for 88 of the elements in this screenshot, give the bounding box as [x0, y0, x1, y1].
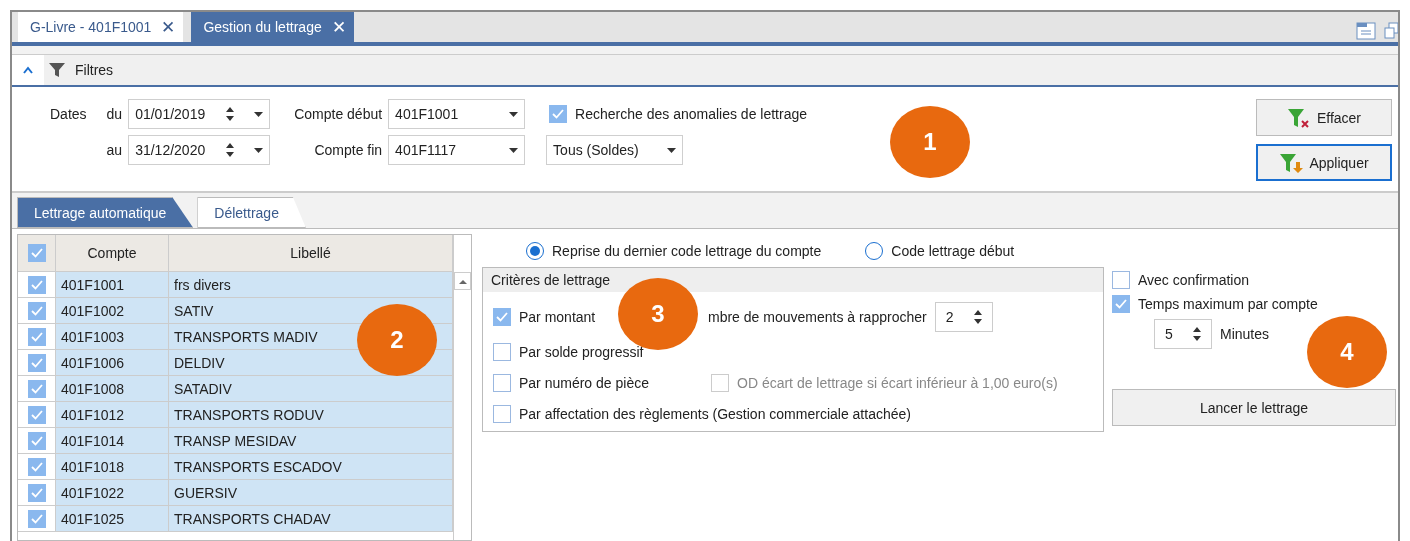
checkbox[interactable] — [493, 373, 511, 392]
checkbox-label: Temps maximum par compte — [1138, 296, 1318, 312]
table-cell: GUERSIV — [169, 480, 453, 506]
moves-spinner[interactable]: 2 — [934, 302, 993, 332]
column-header[interactable]: Libellé — [169, 235, 453, 272]
spin-icon[interactable] — [225, 142, 234, 158]
clear-button[interactable]: Effacer — [1256, 99, 1392, 136]
close-icon[interactable]: ✕ — [161, 16, 176, 38]
run-lettering-button[interactable]: Lancer le lettrage — [1112, 389, 1396, 426]
table-cell: 401F1014 — [56, 428, 169, 454]
checkbox[interactable] — [27, 301, 46, 320]
collapse-toggle[interactable] — [12, 55, 44, 85]
radio-label: Reprise du dernier code lettrage du compte — [552, 243, 822, 259]
account-start-label: Compte début — [293, 106, 384, 122]
filters-title: Filtres — [75, 62, 114, 78]
radio-label: Code lettrage début — [891, 243, 1015, 259]
checkbox-label: Avec confirmation — [1138, 272, 1249, 288]
checkbox[interactable] — [27, 327, 46, 346]
account-start-field[interactable]: 401F1001 — [388, 99, 526, 129]
to-label: au — [105, 142, 124, 158]
balance-dropdown[interactable]: Tous (Soldes) — [546, 135, 684, 165]
table-cell: 401F1012 — [56, 402, 169, 428]
dropdown-icon[interactable] — [509, 111, 519, 117]
scroll-up-icon[interactable] — [454, 272, 471, 290]
checkbox[interactable] — [27, 509, 46, 528]
dropdown-icon[interactable] — [254, 111, 264, 117]
checkbox[interactable] — [493, 404, 511, 423]
table-cell: 401F1001 — [56, 272, 169, 298]
checkbox[interactable] — [1112, 271, 1130, 289]
table-cell: 401F1002 — [56, 298, 169, 324]
chevron-icon — [23, 66, 33, 74]
account-end-label: Compte fin — [313, 142, 384, 158]
table-cell: 401F1025 — [56, 506, 169, 532]
table-cell: TRANSPORTS ESCADOV — [169, 454, 453, 480]
apply-filter-icon — [1279, 151, 1304, 174]
checkbox[interactable] — [27, 275, 46, 294]
table-cell: TRANSPORTS CHADAV — [169, 506, 453, 532]
table-cell: SATADIV — [169, 376, 453, 402]
checkbox[interactable] — [27, 379, 46, 398]
spin-icon[interactable] — [973, 309, 982, 325]
from-label: du — [105, 106, 124, 122]
anomalies-label: Recherche des anomalies de lettrage — [575, 106, 808, 122]
dropdown-icon[interactable] — [254, 147, 264, 153]
apply-button[interactable]: Appliquer — [1256, 144, 1392, 181]
clear-filter-icon — [1286, 106, 1311, 129]
checkbox[interactable] — [27, 405, 46, 424]
dropdown-icon[interactable] — [509, 147, 519, 153]
date-field[interactable]: 31/12/2020 — [128, 135, 271, 165]
document-tab[interactable]: Gestion du lettrage ✕ — [191, 12, 354, 42]
moves-label: mbre de mouvements à rapprocher — [708, 309, 927, 325]
checkbox[interactable] — [27, 353, 46, 372]
checkbox[interactable] — [27, 431, 46, 450]
dropdown-icon[interactable] — [667, 147, 677, 153]
date-field[interactable]: 01/01/2019 — [128, 99, 271, 129]
checkbox[interactable] — [27, 244, 46, 262]
table-cell: TRANSPORTS RODUV — [169, 402, 453, 428]
table-cell: 401F1022 — [56, 480, 169, 506]
checkbox[interactable] — [549, 105, 568, 123]
table-cell: TRANSP MESIDAV — [169, 428, 453, 454]
group-title: Critères de lettrage — [491, 272, 611, 288]
checkbox[interactable] — [27, 457, 46, 476]
checkbox-label: OD écart de lettrage si écart inférieur à 1,00 euro(s) — [737, 374, 1058, 391]
filter-icon — [48, 62, 66, 78]
table-cell: 401F1008 — [56, 376, 169, 402]
spin-icon[interactable] — [225, 106, 234, 122]
dates-label: Dates — [49, 106, 88, 122]
account-end-field[interactable]: 401F1117 — [388, 135, 526, 165]
checkbox[interactable] — [493, 342, 511, 361]
minutes-spinner[interactable]: 5 — [1154, 319, 1212, 349]
table-cell: frs divers — [169, 272, 453, 298]
checkbox[interactable] — [27, 483, 46, 502]
close-icon[interactable]: ✕ — [331, 16, 346, 38]
window-list-icon[interactable] — [1356, 22, 1376, 40]
document-tab[interactable]: G-Livre - 401F1001 ✕ — [18, 12, 184, 42]
column-header[interactable]: Compte — [56, 235, 169, 272]
section-tab[interactable]: Lettrage automatique — [17, 197, 194, 228]
restore-window-icon[interactable] — [1384, 22, 1398, 40]
table-cell: 401F1018 — [56, 454, 169, 480]
checkbox-label: Par affectation des règlements (Gestion commerciale attachée) — [519, 405, 911, 422]
checkbox-label: Par montant — [519, 309, 596, 325]
checkbox[interactable] — [1112, 295, 1130, 313]
table-cell: 401F1006 — [56, 350, 169, 376]
spin-icon[interactable] — [1192, 326, 1201, 342]
section-tab[interactable]: Délettrage — [197, 197, 306, 228]
minutes-label: Minutes — [1220, 326, 1270, 342]
checkbox-label: Par numéro de pièce — [519, 374, 649, 391]
checkbox[interactable] — [493, 308, 511, 326]
table-cell: 401F1003 — [56, 324, 169, 350]
